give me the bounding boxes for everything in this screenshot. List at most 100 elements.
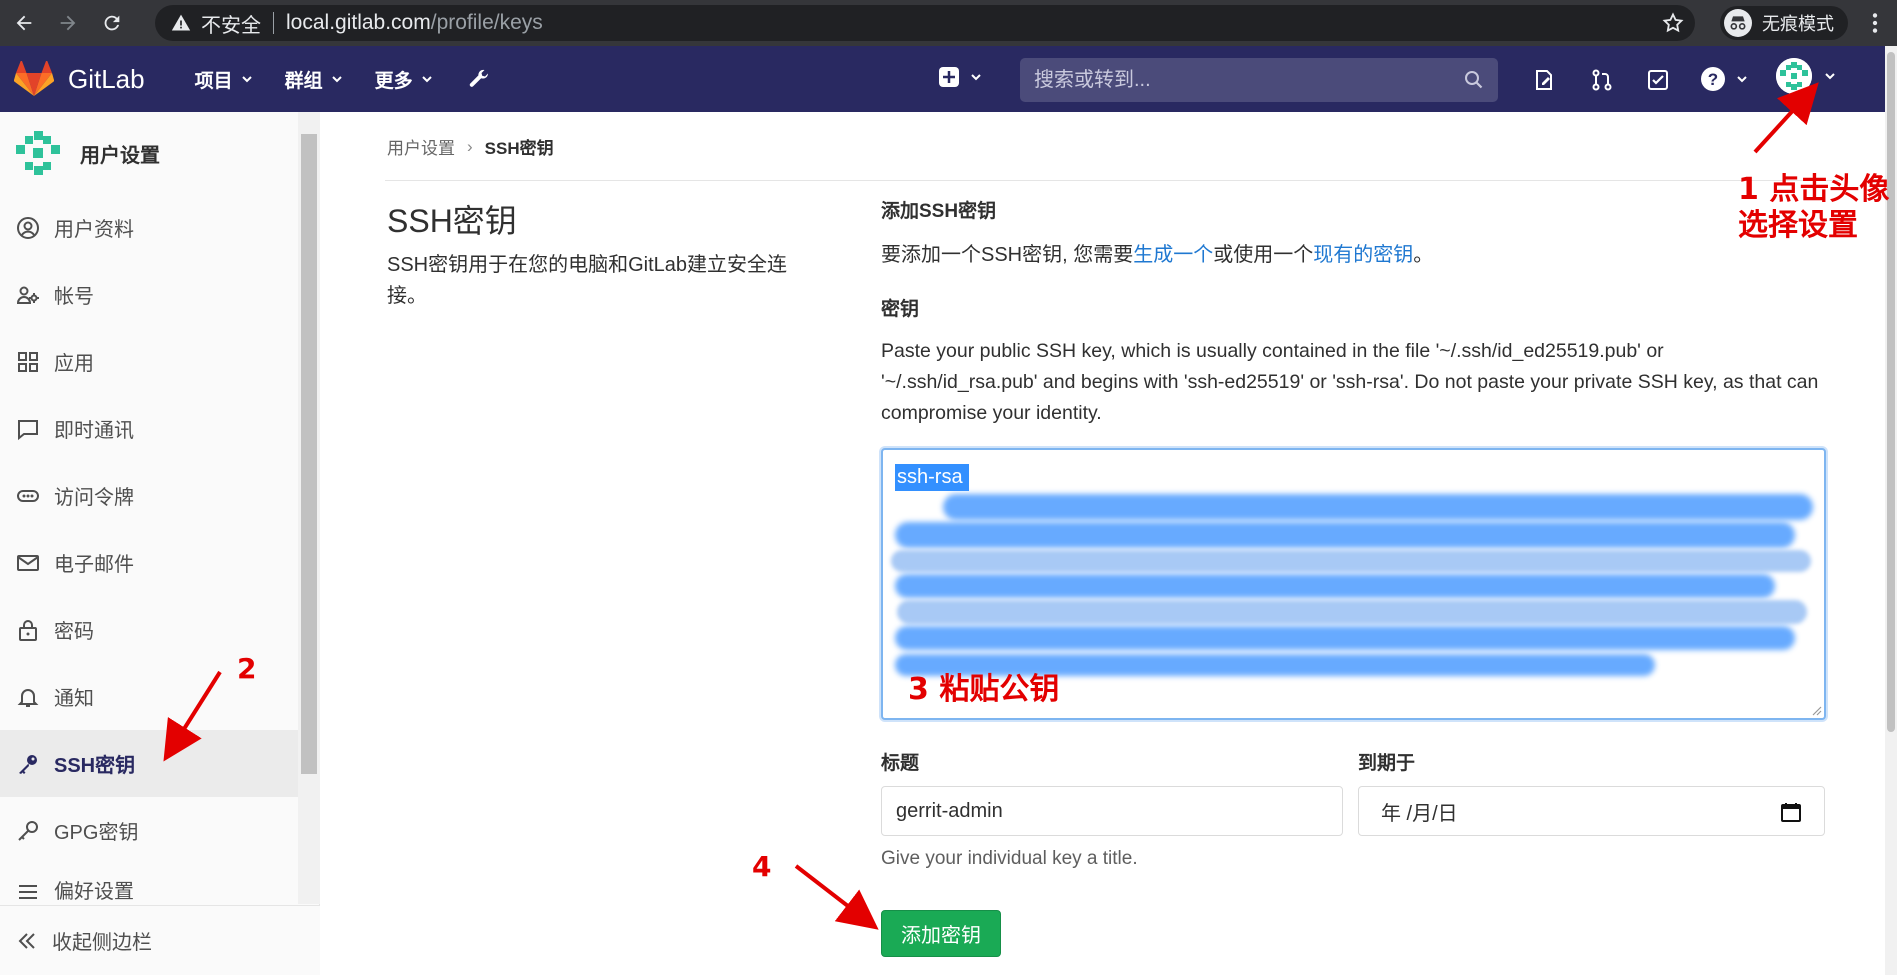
page-title: SSH密钥	[387, 203, 517, 239]
user-avatar-dropdown[interactable]	[1776, 58, 1836, 94]
double-chevron-left-icon	[18, 932, 35, 949]
annotation-step3: 3 粘贴公钥	[908, 672, 1060, 707]
warning-icon	[171, 14, 191, 31]
collapse-sidebar-button[interactable]: 收起侧边栏	[0, 905, 320, 975]
annotation-arrow-4	[794, 864, 879, 930]
account-icon	[16, 286, 39, 304]
forward-arrow-icon	[60, 15, 76, 31]
sidebar-item-ssh-keys[interactable]: SSH密钥	[0, 730, 319, 797]
redacted-key-line	[895, 522, 1795, 548]
search-input[interactable]	[1034, 68, 1434, 92]
chevron-down-icon	[421, 76, 432, 83]
bookmark-star-icon[interactable]	[1661, 11, 1685, 35]
brand-name[interactable]: GitLab	[68, 64, 145, 95]
address-bar[interactable]: 不安全 local.gitlab.com /profile/keys	[155, 5, 1695, 41]
redacted-key-line	[897, 600, 1807, 624]
sidebar-scrollbar[interactable]	[298, 112, 320, 904]
mail-icon	[17, 554, 39, 571]
sidebar-item-label: 应用	[54, 353, 94, 375]
applications-icon	[18, 351, 38, 372]
new-dropdown-button[interactable]	[938, 66, 982, 88]
sidebar-header[interactable]: 用户设置	[0, 112, 319, 194]
divider	[385, 180, 1840, 181]
incognito-icon	[1724, 9, 1752, 37]
expires-date-input[interactable]: 年 /月/日	[1358, 786, 1825, 836]
issues-icon[interactable]	[1532, 68, 1556, 92]
title-input[interactable]	[881, 786, 1343, 836]
search-icon	[1465, 71, 1483, 89]
add-key-button[interactable]: 添加密钥	[881, 910, 1001, 957]
back-arrow-icon	[16, 15, 32, 31]
redacted-key-line	[943, 494, 1813, 520]
sidebar-item-chat[interactable]: 即时通讯	[0, 395, 319, 462]
forward-button[interactable]	[48, 3, 88, 43]
key-text-selected: ssh-rsa	[895, 464, 969, 491]
annotation-step4: 4	[752, 850, 772, 883]
sidebar-item-label: SSH密钥	[54, 755, 136, 777]
title-hint: Give your individual key a title.	[881, 848, 1138, 869]
breadcrumb-current[interactable]: SSH密钥	[485, 134, 554, 159]
redacted-key-line	[895, 574, 1775, 598]
breadcrumb: 用户设置 › SSH密钥	[387, 134, 554, 159]
resize-handle-icon[interactable]	[1810, 704, 1822, 716]
sidebar-item-label: 密码	[54, 621, 94, 643]
preferences-icon	[19, 885, 37, 899]
chevron-down-icon	[971, 74, 981, 81]
page-description: SSH密钥用于在您的电脑和GitLab建立安全连接。	[387, 254, 788, 307]
redacted-key-line	[891, 550, 1811, 572]
collapse-sidebar-label: 收起侧边栏	[52, 932, 152, 954]
annotation-step2: 2	[237, 652, 257, 685]
sidebar-item-label: 访问令牌	[54, 487, 134, 509]
url-host: local.gitlab.com	[286, 11, 431, 34]
add-key-heading: 添加SSH密钥	[881, 201, 997, 222]
sidebar-title: 用户设置	[80, 144, 160, 167]
lock-icon	[19, 619, 37, 641]
sidebar-item-notifications[interactable]: 通知	[0, 663, 319, 730]
reload-button[interactable]	[92, 3, 132, 43]
nav-more[interactable]: 更多	[375, 66, 433, 93]
chat-icon	[18, 419, 38, 440]
expires-label: 到期于	[1358, 753, 1416, 774]
sidebar-item-account[interactable]: 帐号	[0, 261, 319, 328]
generate-key-link[interactable]: 生成一个	[1133, 244, 1213, 266]
url-path: /profile/keys	[430, 11, 543, 34]
redacted-key-line	[895, 626, 1795, 650]
existing-key-link[interactable]: 现有的密钥	[1313, 244, 1413, 266]
gitlab-logo-icon[interactable]	[14, 61, 54, 97]
help-icon: ?	[1701, 67, 1725, 91]
merge-requests-icon[interactable]	[1590, 68, 1614, 92]
sidebar-item-profile[interactable]: 用户资料	[0, 194, 319, 261]
incognito-badge[interactable]: 无痕模式	[1720, 6, 1848, 40]
help-dropdown[interactable]: ?	[1700, 66, 1748, 92]
search-box[interactable]	[1020, 58, 1498, 102]
avatar	[10, 125, 66, 181]
sidebar-item-emails[interactable]: 电子邮件	[0, 529, 319, 596]
nav-groups[interactable]: 群组	[285, 66, 343, 93]
add-key-instructions: 要添加一个SSH密钥, 您需要生成一个或使用一个现有的密钥。	[881, 238, 1433, 267]
top-navbar: GitLab 项目 群组 更多 ?	[0, 46, 1885, 112]
admin-wrench-icon[interactable]	[467, 67, 491, 91]
sidebar-item-applications[interactable]: 应用	[0, 328, 319, 395]
sidebar-item-preferences[interactable]: 偏好设置	[0, 864, 319, 904]
breadcrumb-parent[interactable]: 用户设置	[387, 134, 455, 159]
svg-text:?: ?	[1708, 70, 1718, 89]
back-button[interactable]	[4, 3, 44, 43]
scrollbar-thumb[interactable]	[301, 134, 317, 774]
todos-icon[interactable]	[1646, 68, 1670, 92]
nav-more-label: 更多	[374, 70, 413, 92]
nav-projects[interactable]: 项目	[195, 66, 253, 93]
chevron-down-icon	[1737, 76, 1747, 83]
sidebar-item-access-tokens[interactable]: 访问令牌	[0, 462, 319, 529]
plus-square-icon	[939, 67, 959, 87]
sidebar-item-label: 即时通讯	[54, 420, 134, 442]
chevron-down-icon	[331, 76, 342, 83]
bell-icon	[17, 688, 39, 707]
scrollbar-thumb[interactable]	[1887, 52, 1895, 732]
sidebar-item-password[interactable]: 密码	[0, 596, 319, 663]
chevron-down-icon	[241, 76, 252, 83]
calendar-icon[interactable]	[1780, 801, 1802, 823]
token-icon	[17, 489, 39, 502]
annotation-step1: 1 点击头像 选择设置	[1738, 172, 1890, 243]
browser-menu-icon[interactable]	[1862, 10, 1888, 36]
sidebar-item-gpg-keys[interactable]: GPG密钥	[0, 797, 319, 864]
